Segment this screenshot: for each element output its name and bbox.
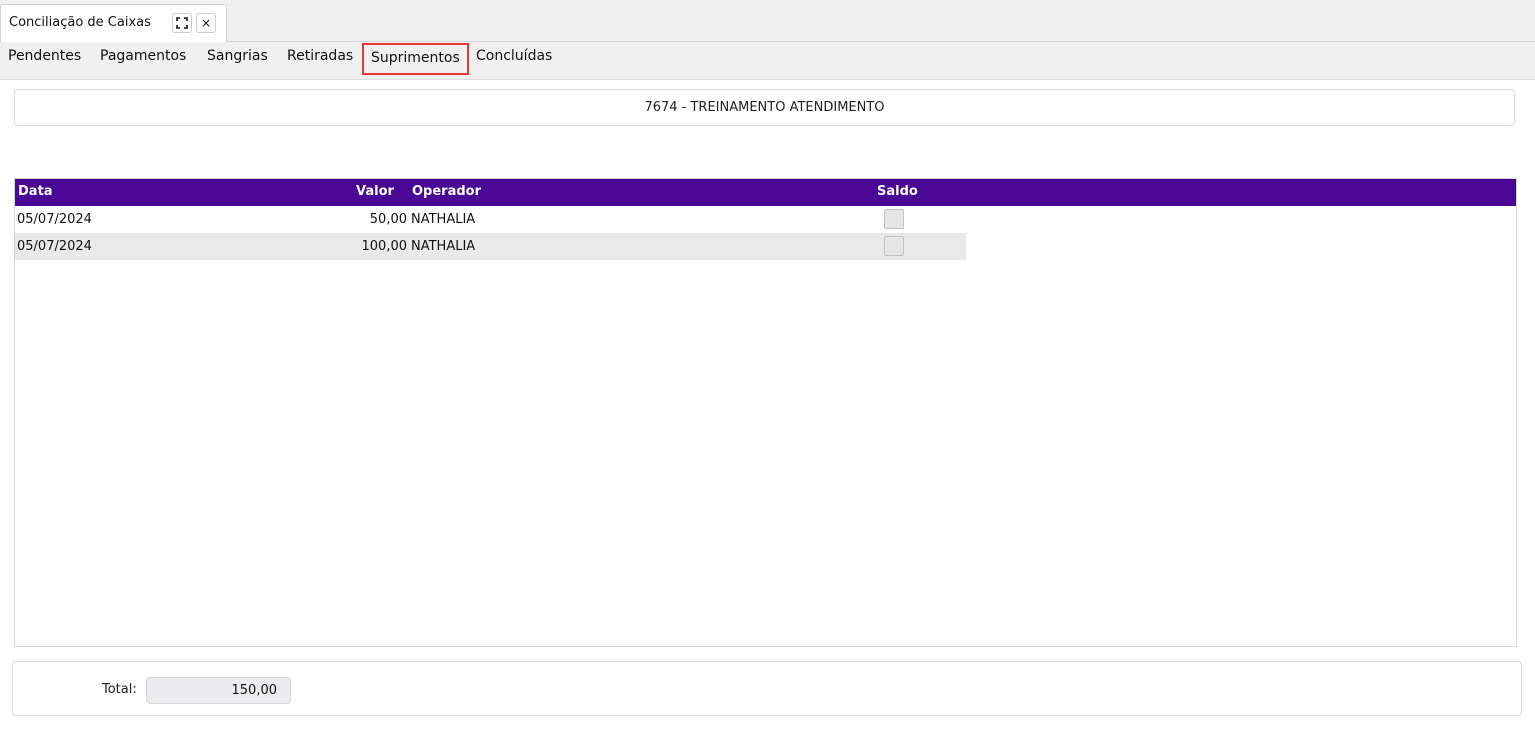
caixa-header: 7674 - TREINAMENTO ATENDIMENTO (14, 89, 1515, 126)
tab-pagamentos[interactable]: Pagamentos (100, 48, 186, 64)
column-header-saldo[interactable]: Saldo (877, 184, 918, 199)
subtab-bar: Pendentes Pagamentos Sangrias Retiradas … (0, 42, 1535, 80)
tab-retiradas[interactable]: Retiradas (287, 48, 353, 64)
cell-valor: 50,00 (369, 212, 407, 227)
expand-icon[interactable] (172, 13, 192, 33)
window-tabbar: Conciliação de Caixas × (0, 0, 1535, 42)
table-row[interactable]: 05/07/2024 100,00 NATHALIA (15, 233, 966, 260)
tab-pendentes[interactable]: Pendentes (8, 48, 81, 64)
window-tab[interactable]: Conciliação de Caixas × (0, 4, 227, 42)
totals-panel: Total: 150,00 (12, 661, 1522, 716)
suprimentos-grid: Data Valor Operador Saldo 05/07/2024 50,… (14, 178, 1517, 647)
cell-data: 05/07/2024 (17, 212, 92, 227)
column-header-data[interactable]: Data (18, 184, 53, 199)
tab-suprimentos[interactable]: Suprimentos (362, 43, 469, 75)
table-row[interactable]: 05/07/2024 50,00 NATHALIA (15, 206, 966, 233)
cell-valor: 100,00 (361, 239, 408, 254)
column-header-valor[interactable]: Valor (356, 184, 394, 199)
total-label: Total: (102, 682, 137, 697)
tab-sangrias[interactable]: Sangrias (207, 48, 268, 64)
close-icon[interactable]: × (196, 13, 216, 33)
tab-concluidas[interactable]: Concluídas (476, 48, 552, 64)
cell-operador: NATHALIA (411, 212, 476, 227)
total-field: 150,00 (146, 677, 291, 704)
saldo-checkbox[interactable] (884, 236, 904, 256)
grid-header: Data Valor Operador Saldo (15, 179, 1516, 206)
column-header-operador[interactable]: Operador (412, 184, 481, 199)
cell-data: 05/07/2024 (17, 239, 92, 254)
saldo-checkbox[interactable] (884, 209, 904, 229)
cell-operador: NATHALIA (411, 239, 476, 254)
caixa-title: 7674 - TREINAMENTO ATENDIMENTO (644, 100, 885, 115)
window-tab-title: Conciliação de Caixas (9, 15, 151, 30)
